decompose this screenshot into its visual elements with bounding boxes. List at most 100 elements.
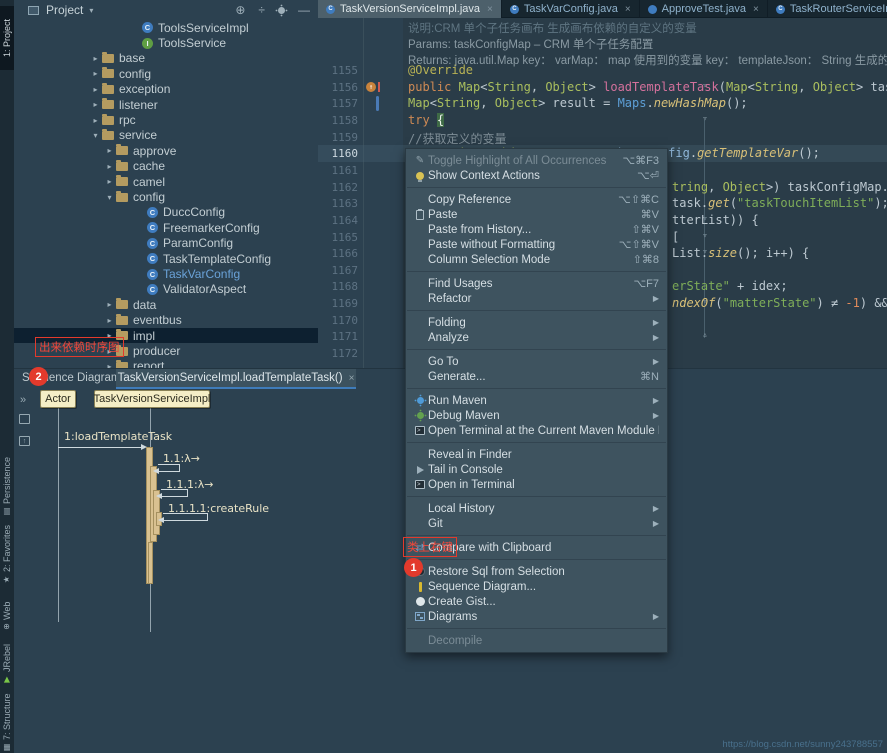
menu-item-open-terminal-at-the-current-maven-module-path[interactable]: > Open Terminal at the Current Maven Modu…	[406, 423, 667, 438]
menu-item-generate[interactable]: Generate... ⌘N	[406, 369, 667, 384]
gear-icon[interactable]	[278, 6, 285, 14]
chevron-right-icon[interactable]: ▸	[103, 162, 116, 171]
menu-item-reveal-in-finder[interactable]: Reveal in Finder	[406, 447, 667, 462]
tree-item-approve[interactable]: ▸ approve	[14, 143, 318, 158]
seq-actor-box[interactable]: Actor	[40, 390, 76, 408]
override-marker-icon[interactable]: ↑	[366, 81, 376, 92]
menu-item-debug-maven[interactable]: Debug Maven ▶	[406, 408, 667, 423]
menu-item-tail-in-console[interactable]: Tail in Console	[406, 462, 667, 477]
watermark-url: https://blog.csdn.net/sunny243788557	[722, 739, 883, 750]
tool-window-label: Persistence	[2, 456, 12, 504]
tree-item-validatoraspect[interactable]: C ValidatorAspect	[14, 282, 318, 297]
menu-item-show-context-actions[interactable]: Show Context Actions ⌥⏎	[406, 168, 667, 183]
sequence-diagram-tab[interactable]: TaskVersionServiceImpl.loadTemplateTask(…	[116, 369, 356, 389]
chevron-right-icon[interactable]: ▸	[89, 54, 102, 63]
close-icon[interactable]: ×	[625, 4, 631, 15]
menu-item-local-history[interactable]: Local History ▶	[406, 501, 667, 516]
tree-item-data[interactable]: ▸ data	[14, 297, 318, 312]
menu-icon-spacer	[412, 503, 428, 515]
menu-item-copy-reference[interactable]: Copy Reference ⌥⇧⌘C	[406, 192, 667, 207]
chevron-down-icon[interactable]: ▾	[103, 193, 116, 202]
tree-item-toolsservice[interactable]: I ToolsService	[14, 35, 318, 50]
menu-item-go-to[interactable]: Go To ▶	[406, 354, 667, 369]
tree-item-toolsserviceimpl[interactable]: C ToolsServiceImpl	[14, 20, 318, 35]
collapse-all-icon[interactable]: ÷	[258, 4, 265, 16]
folder-icon	[102, 67, 114, 79]
chevron-right-icon[interactable]: ▸	[89, 116, 102, 125]
editor-tab-approvetest-java[interactable]: ApproveTest.java ×	[640, 0, 768, 18]
tree-item-rpc[interactable]: ▸ rpc	[14, 112, 318, 127]
tree-item-eventbus[interactable]: ▸ eventbus	[14, 313, 318, 328]
menu-item-open-in-terminal[interactable]: > Open in Terminal	[406, 477, 667, 492]
tree-item-taskvarconfig[interactable]: C TaskVarConfig	[14, 266, 318, 281]
chevron-right-icon[interactable]: ▸	[89, 100, 102, 109]
menu-item-run-maven[interactable]: Run Maven ▶	[406, 393, 667, 408]
tree-item-report[interactable]: ▸ report	[14, 359, 318, 368]
menu-item-paste-from-history[interactable]: Paste from History... ⇧⌘V	[406, 222, 667, 237]
class-icon: C	[147, 268, 158, 280]
code-line-1156[interactable]: 1156 ↑ ▿ public Map<String, Object> loadTem…	[318, 79, 887, 96]
chevron-down-icon[interactable]: ▾	[89, 6, 93, 15]
fold-marker-icon[interactable]: ▵	[698, 330, 712, 340]
chevron-right-icon[interactable]: ▸	[103, 300, 116, 309]
menu-item-find-usages[interactable]: Find Usages ⌥F7	[406, 276, 667, 291]
close-icon[interactable]: ×	[349, 373, 355, 384]
tree-item-service[interactable]: ▾ service	[14, 128, 318, 143]
tree-item-paramconfig[interactable]: C ParamConfig	[14, 236, 318, 251]
tree-item-base[interactable]: ▸ base	[14, 51, 318, 66]
seq-object-box[interactable]: TaskVersionServiceImpl	[94, 390, 210, 408]
tree-item-cache[interactable]: ▸ cache	[14, 159, 318, 174]
menu-item-sequence-diagram[interactable]: Sequence Diagram...	[406, 579, 667, 594]
menu-item-decompile[interactable]: Decompile	[406, 633, 667, 648]
chevron-right-icon[interactable]: ▸	[89, 69, 102, 78]
code-line-1159[interactable]: 1159 //获取定义的变量	[318, 129, 887, 146]
tree-item-exception[interactable]: ▸ exception	[14, 82, 318, 97]
menu-item-analyze[interactable]: Analyze ▶	[406, 330, 667, 345]
editor-tab-taskvarconfig-java[interactable]: C TaskVarConfig.java ×	[502, 0, 640, 18]
chevron-right-icon[interactable]: ▸	[103, 177, 116, 186]
chevron-down-icon[interactable]: ▾	[89, 131, 102, 140]
tree-item-label: report	[133, 359, 165, 368]
tree-item-config[interactable]: ▸ config	[14, 66, 318, 81]
menu-item-diagrams[interactable]: Diagrams ▶	[406, 609, 667, 624]
chevron-right-icon[interactable]: ▸	[103, 146, 116, 155]
hide-panel-icon[interactable]: —	[298, 4, 310, 16]
tree-item-tasktemplateconfig[interactable]: C TaskTemplateConfig	[14, 251, 318, 266]
locate-icon[interactable]: ⊕	[235, 4, 245, 16]
menu-item-git[interactable]: Git ▶	[406, 516, 667, 531]
tool-window-button-jrebel[interactable]: ▶ JRebel	[0, 636, 14, 684]
tool-window-project[interactable]: 1: Project	[0, 6, 14, 70]
tool-window-button-7-structure[interactable]: ▦ 7: Structure	[0, 690, 14, 752]
menu-item-folding[interactable]: Folding ▶	[406, 315, 667, 330]
tool-window-button-web[interactable]: ⊕ Web	[0, 590, 14, 631]
menu-item-restore-sql-from-selection[interactable]: Restore Sql from Selection	[406, 564, 667, 579]
menu-item-column-selection-mode[interactable]: Column Selection Mode ⇧⌘8	[406, 252, 667, 267]
save-icon[interactable]: ↑	[19, 436, 30, 446]
code-line-1158[interactable]: 1158 ▿ try {	[318, 112, 887, 129]
tree-item-label: rpc	[119, 113, 136, 128]
tree-item-freemarkerconfig[interactable]: C FreemarkerConfig	[14, 220, 318, 235]
tree-item-duccconfig[interactable]: C DuccConfig	[14, 205, 318, 220]
collapse-arrows-icon[interactable]: »	[20, 394, 26, 406]
menu-item-create-gist[interactable]: Create Gist...	[406, 594, 667, 609]
tree-item-listener[interactable]: ▸ listener	[14, 97, 318, 112]
close-icon[interactable]: ×	[753, 4, 759, 15]
chevron-right-icon[interactable]: ▸	[89, 85, 102, 94]
chevron-right-icon[interactable]: ▸	[103, 316, 116, 325]
close-icon[interactable]: ×	[487, 4, 493, 15]
menu-item-toggle-highlight-of-all-occurrences[interactable]: ✎ Toggle Highlight of All Occurrences ⌥⌘F3	[406, 153, 667, 168]
editor-tab-taskrouterserviceimpl-java[interactable]: CTaskRouterServiceImpl.java×	[768, 0, 887, 18]
tree-item-config[interactable]: ▾ config	[14, 189, 318, 204]
tree-item-label: ValidatorAspect	[163, 282, 247, 297]
editor-tab-taskversionserviceimpl-java[interactable]: C TaskVersionServiceImpl.java ×	[318, 0, 502, 18]
line-number: 1157	[331, 97, 359, 111]
tool-window-button-2-favorites[interactable]: ★ 2: Favorites	[0, 520, 14, 584]
menu-item-paste-without-formatting[interactable]: Paste without Formatting ⌥⇧⌘V	[406, 237, 667, 252]
code-line-1155[interactable]: 1155 @Override	[318, 62, 887, 79]
code-line-1157[interactable]: 1157 Map<String, Object> result = Maps.n…	[318, 95, 887, 112]
tree-item-camel[interactable]: ▸ camel	[14, 174, 318, 189]
menu-item-paste[interactable]: Paste ⌘V	[406, 207, 667, 222]
menu-item-refactor[interactable]: Refactor ▶	[406, 291, 667, 306]
export-image-icon[interactable]	[19, 414, 30, 424]
tool-window-button-persistence[interactable]: ▤ Persistence	[0, 450, 14, 516]
